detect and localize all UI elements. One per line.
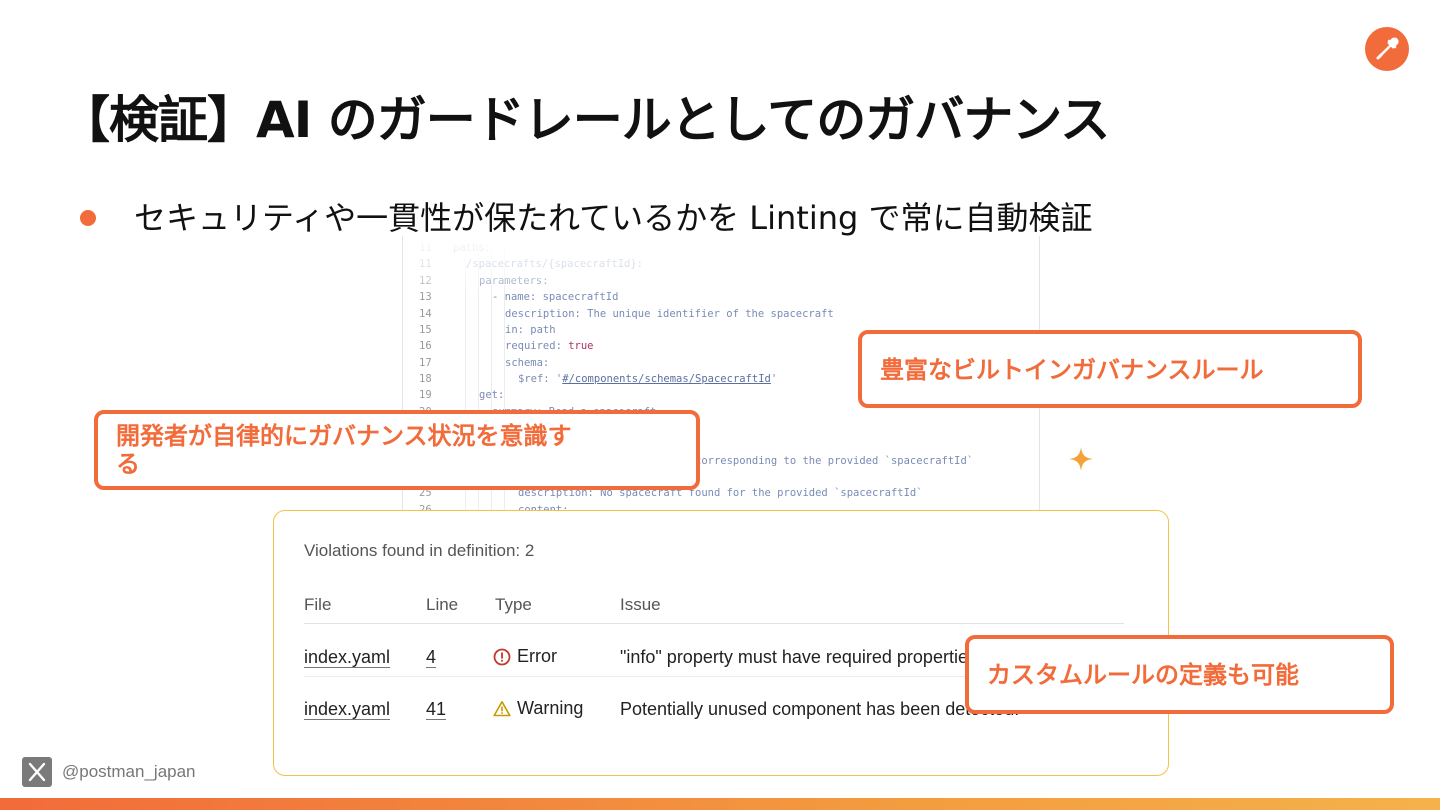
code-line: 14 description: The unique identifier of … (403, 306, 1039, 322)
violation-issue: Potentially unused component has been de… (620, 699, 1020, 719)
social-handle: @postman_japan (22, 757, 196, 787)
violation-type: Error (493, 646, 557, 667)
violation-file-link[interactable]: index.yaml (304, 699, 390, 720)
column-header-type: Type (495, 595, 532, 614)
warning-triangle-icon (493, 700, 511, 716)
line-number: 17 (419, 357, 432, 369)
slide-title: 【検証】AI のガードレールとしてのガバナンス (60, 91, 1110, 149)
sparkle-icon (1069, 447, 1093, 471)
callout-awareness-line2: る (116, 450, 140, 478)
line-number: 18 (419, 373, 432, 385)
bottom-accent-bar (0, 798, 1440, 810)
code-text: in: path (505, 324, 556, 336)
violation-type-label: Error (517, 646, 557, 666)
error-circle-icon (493, 648, 511, 665)
callout-builtin-text: 豊富なビルトインガバナンスルール (880, 356, 1264, 384)
callout-builtin-rules: 豊富なビルトインガバナンスルール (858, 330, 1362, 408)
bullet-dot (80, 210, 96, 226)
column-header-file: File (304, 595, 332, 614)
code-text: required: true (505, 340, 594, 352)
rocket-icon (1376, 37, 1399, 60)
violations-title: Violations found in definition: 2 (304, 541, 535, 560)
violation-line-link[interactable]: 41 (426, 699, 446, 720)
line-number: 14 (419, 308, 432, 320)
code-text: $ref: '#/components/schemas/SpacecraftId… (518, 373, 778, 385)
column-header-issue: Issue (620, 595, 661, 614)
handle-text: @postman_japan (62, 762, 196, 781)
header-divider (304, 623, 1124, 624)
violation-type: Warning (493, 698, 583, 719)
violation-type-label: Warning (517, 698, 584, 718)
line-number: 19 (419, 389, 432, 401)
code-text: description: The unique identifier of th… (505, 308, 834, 320)
code-fade-overlay (403, 236, 1039, 296)
postman-logo (1365, 27, 1409, 71)
violation-file-link[interactable]: index.yaml (304, 647, 390, 668)
violation-issue: "info" property must have required prope… (620, 647, 977, 667)
code-text: schema: (505, 357, 550, 369)
bullet-text: セキュリティや一貫性が保たれているかを Linting で常に自動検証 (134, 199, 1093, 237)
callout-custom-text: カスタムルールの定義も可能 (987, 661, 1299, 689)
code-text: get: (479, 389, 505, 401)
callout-developer-awareness: 開発者が自律的にガバナンス状況を意識す る (94, 410, 700, 490)
callout-custom-rules: カスタムルールの定義も可能 (965, 635, 1394, 714)
violation-line-link[interactable]: 4 (426, 647, 436, 668)
x-logo-icon (22, 757, 52, 787)
callout-awareness-line1: 開発者が自律的にガバナンス状況を意識す (116, 422, 572, 450)
line-number: 16 (419, 340, 432, 352)
column-header-line: Line (426, 595, 459, 614)
line-number: 15 (419, 324, 432, 336)
